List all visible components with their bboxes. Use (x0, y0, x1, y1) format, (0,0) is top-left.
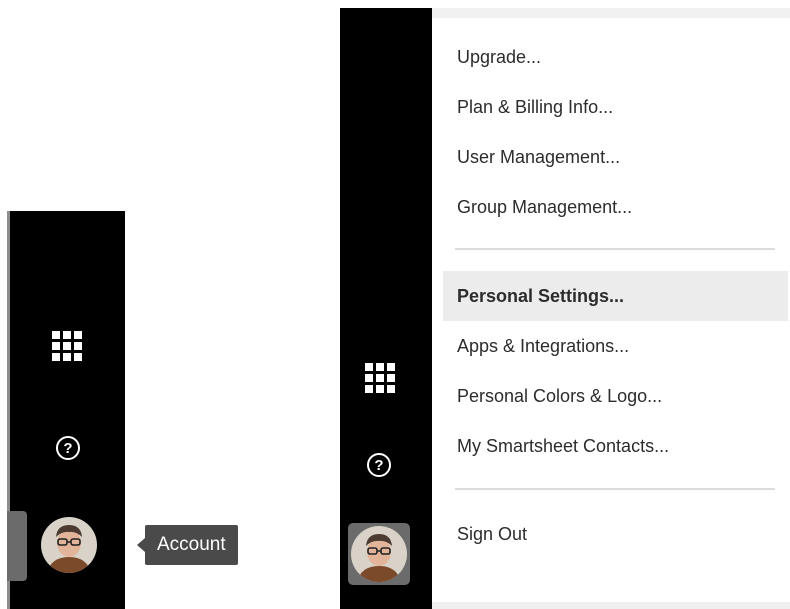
help-icon[interactable]: ? (56, 436, 80, 460)
menu-item-smartsheet-contacts[interactable]: My Smartsheet Contacts... (443, 421, 788, 471)
menu-item-apps-integrations[interactable]: Apps & Integrations... (443, 321, 788, 371)
help-glyph: ? (63, 439, 73, 457)
nav-rail (340, 8, 432, 609)
menu-top-border (432, 8, 790, 18)
account-avatar[interactable] (41, 517, 97, 573)
screenshot-stage: ? Account ? Upgrade... Plan & Billing In… (0, 0, 790, 609)
apps-grid-icon[interactable] (365, 363, 395, 393)
menu-item-plan-billing[interactable]: Plan & Billing Info... (443, 82, 788, 132)
help-icon[interactable]: ? (367, 453, 391, 477)
menu-item-user-management[interactable]: User Management... (443, 132, 788, 182)
account-tooltip: Account (137, 525, 238, 565)
menu-item-upgrade[interactable]: Upgrade... (443, 32, 788, 82)
help-glyph: ? (374, 456, 384, 474)
apps-grid-icon[interactable] (52, 331, 82, 361)
menu-item-personal-settings[interactable]: Personal Settings... (443, 271, 788, 321)
menu-item-group-management[interactable]: Group Management... (443, 182, 788, 232)
menu-item-personal-colors-logo[interactable]: Personal Colors & Logo... (443, 371, 788, 421)
menu-divider (455, 248, 775, 250)
menu-item-sign-out[interactable]: Sign Out (443, 509, 788, 559)
menu-divider (455, 488, 775, 490)
tooltip-label: Account (145, 525, 238, 565)
account-avatar[interactable] (351, 526, 407, 582)
tooltip-arrow (137, 538, 145, 552)
menu-bottom-border (432, 602, 790, 609)
active-indicator (7, 511, 27, 581)
